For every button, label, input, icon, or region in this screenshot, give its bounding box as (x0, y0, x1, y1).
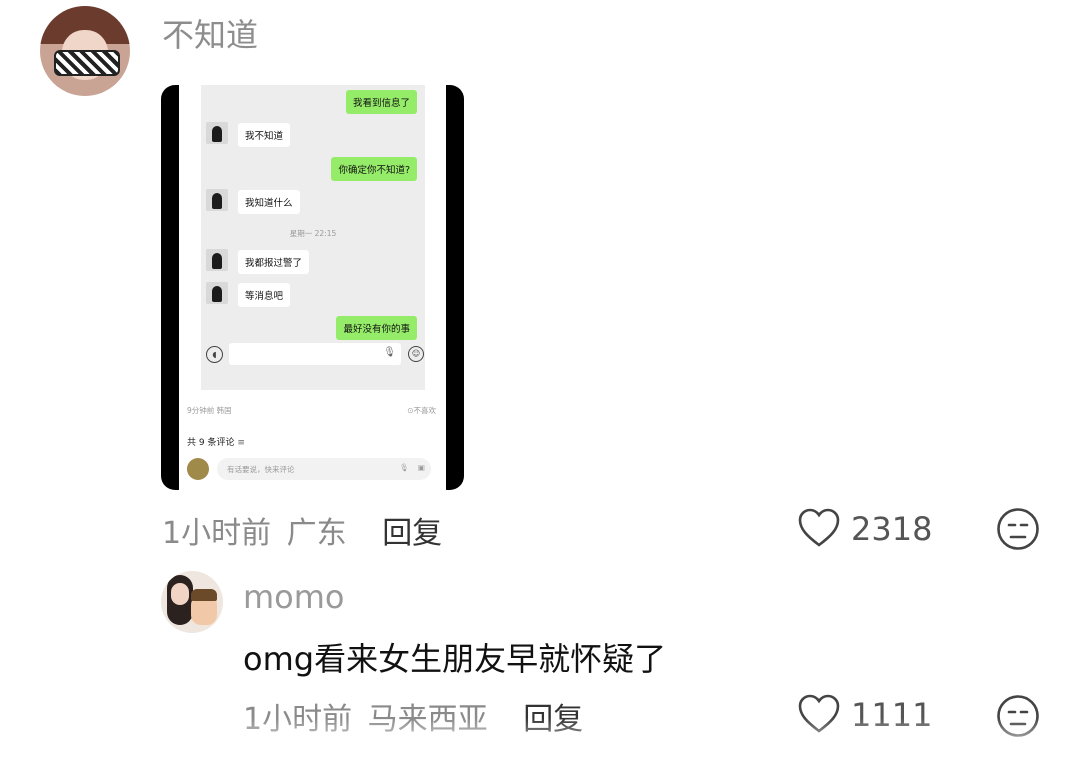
bottom-fade (0, 718, 1080, 758)
reply-username[interactable]: momo (243, 578, 345, 616)
reply-button[interactable]: 回复 (382, 516, 442, 551)
chat-avatar (206, 122, 228, 144)
dislike-label: ⊙不喜欢 (407, 406, 436, 415)
heart-icon (798, 508, 840, 547)
mic-icon: 🎙 (399, 463, 409, 472)
chat-bubble-out: 最好没有你的事 (336, 316, 417, 340)
mic-icon: 🎙 (383, 347, 396, 358)
chat-area: 我看到信息了 我不知道 你确定你不知道? 我知道什么 星期一 22:15 我都报… (201, 85, 425, 390)
commenter-avatar[interactable] (40, 6, 130, 96)
chat-bubble-out: 我看到信息了 (345, 90, 417, 114)
chat-bubble-in: 我都报过警了 (238, 250, 310, 274)
chat-avatar (206, 282, 228, 304)
like-button[interactable] (797, 508, 841, 548)
emoji-icon: ☺ (408, 346, 424, 362)
comment-image[interactable]: 我看到信息了 我不知道 你确定你不知道? 我知道什么 星期一 22:15 我都报… (161, 85, 464, 490)
comment-input-box: 有话要说，快来评论 🎙 ▣ (217, 458, 431, 480)
chat-bubble-in: 我知道什么 (238, 190, 300, 214)
chat-timestamp: 星期一 22:15 (289, 229, 337, 238)
voice-icon: ◖ (206, 346, 223, 363)
dislike-button[interactable] (996, 507, 1040, 551)
chat-bubble-in: 我不知道 (238, 123, 291, 147)
like-count: 2318 (851, 510, 933, 548)
sort-icon: ≡ (237, 438, 245, 448)
comments-count: 共 9 条评论 ≡ (187, 438, 245, 448)
reply-avatar[interactable] (161, 571, 223, 633)
meh-face-icon (997, 508, 1039, 550)
chat-avatar (206, 249, 228, 271)
my-avatar (187, 458, 209, 480)
reply-text: omg看来女生朋友早就怀疑了 (243, 640, 667, 678)
chat-input: 🎙 (229, 343, 401, 365)
image-icon: ▣ (417, 463, 425, 472)
chat-bubble-in: 等消息吧 (238, 283, 291, 307)
chat-avatar (206, 189, 228, 211)
comment-meta: 1小时前 广东 回复 (162, 516, 443, 551)
embedded-screenshot: 我看到信息了 我不知道 你确定你不知道? 我知道什么 星期一 22:15 我都报… (179, 85, 446, 490)
comment-text: 不知道 (162, 16, 259, 54)
chat-bubble-out: 你确定你不知道? (331, 157, 417, 181)
post-meta: 9分钟前 韩国 (187, 406, 232, 415)
